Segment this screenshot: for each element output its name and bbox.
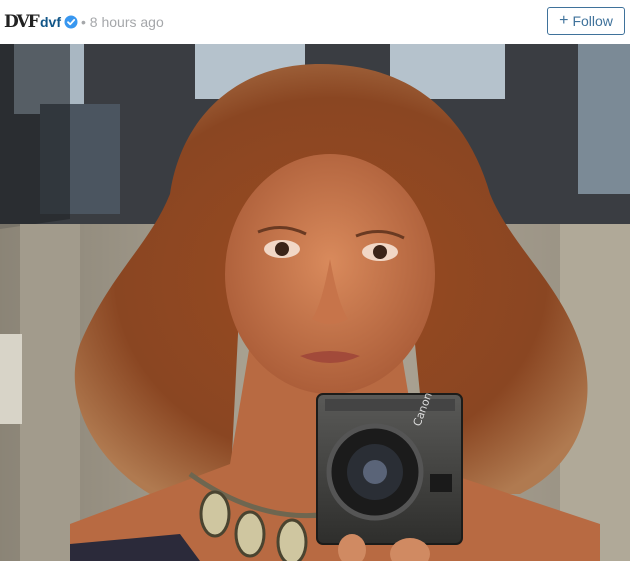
follow-label: Follow (572, 13, 613, 29)
separator-dot: • (81, 14, 86, 30)
avatar[interactable]: DVF (4, 12, 40, 32)
post-photo[interactable]: Canon (0, 44, 630, 561)
username-link[interactable]: dvf (40, 12, 61, 32)
post-timestamp: • 8 hours ago (81, 12, 164, 32)
selfie-photo-image: Canon (0, 44, 630, 561)
post-header: DVF dvf • 8 hours ago + Follow (0, 0, 630, 44)
follow-button[interactable]: + Follow (547, 7, 625, 35)
plus-icon: + (559, 12, 569, 29)
verified-badge-icon (64, 15, 78, 29)
timestamp-text[interactable]: 8 hours ago (90, 14, 164, 30)
